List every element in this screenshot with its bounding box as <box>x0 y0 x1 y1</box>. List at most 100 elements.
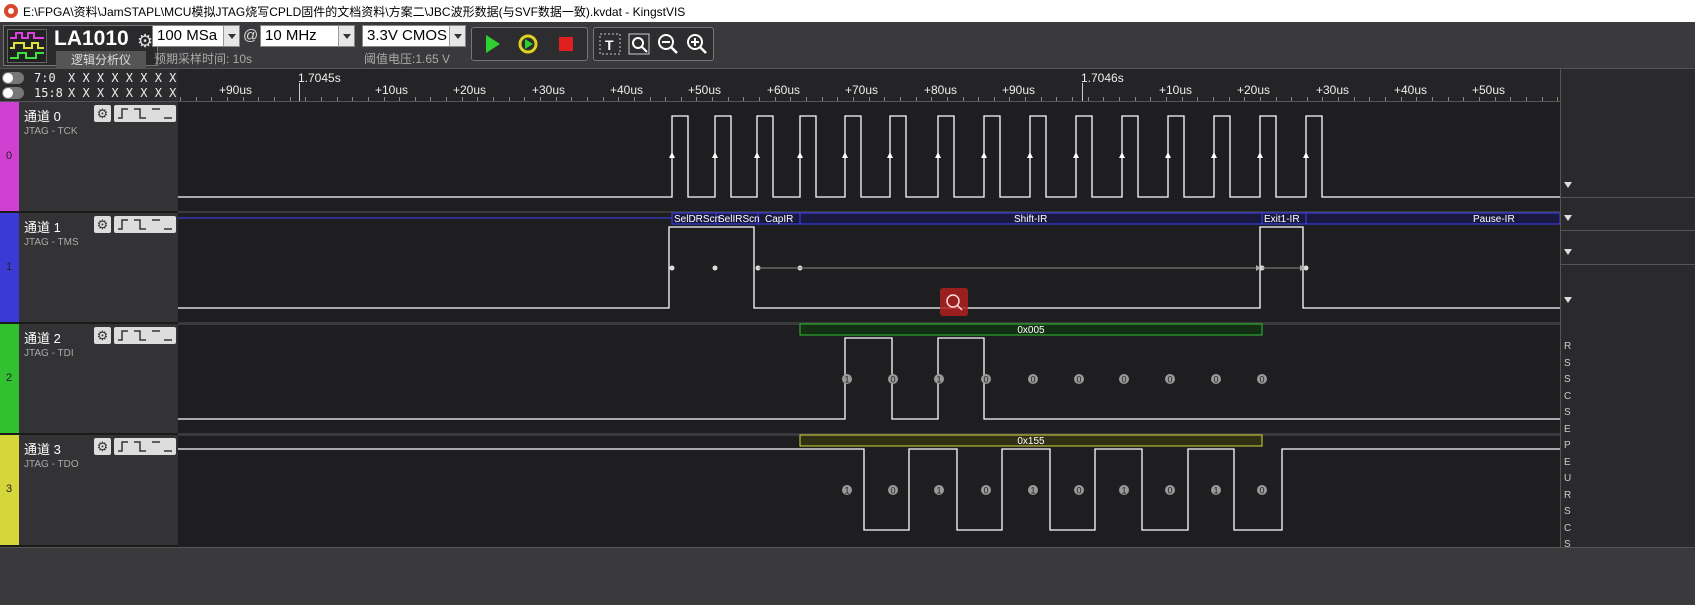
ruler-minor-tick <box>555 97 557 101</box>
decode-result-item[interactable]: C <box>1564 391 1571 402</box>
panel-expander-icon[interactable] <box>1564 249 1572 255</box>
ruler-tick-label: +70us <box>845 83 879 97</box>
decode-result-item[interactable]: S <box>1564 407 1571 418</box>
ruler-minor-tick <box>539 97 541 101</box>
chevron-down-icon <box>449 26 465 46</box>
ruler-minor-tick <box>1275 97 1277 101</box>
channel-settings-gear-icon[interactable]: ⚙ <box>94 216 111 233</box>
ruler-minor-tick <box>1212 97 1214 101</box>
group-label: 15:8 <box>34 85 63 100</box>
bit-value: 0 <box>1259 486 1264 496</box>
ruler-minor-tick <box>696 97 698 101</box>
ruler-minor-tick <box>633 97 635 101</box>
sample-rate-select[interactable]: 10 MHz <box>260 25 355 47</box>
decode-result-item[interactable]: S <box>1564 358 1571 369</box>
ruler-minor-tick <box>884 97 886 101</box>
ruler-tick-label: +20us <box>453 83 487 97</box>
ruler-minor-tick <box>821 97 823 101</box>
device-name: LA1010 <box>54 27 129 50</box>
trigger-mode-buttons[interactable] <box>114 105 176 122</box>
bit-value: 1 <box>1030 486 1035 496</box>
ruler-tick-label: +30us <box>532 83 566 97</box>
repeat-capture-button[interactable] <box>514 30 542 58</box>
trigger-mode-buttons[interactable] <box>114 438 176 455</box>
channel-name[interactable]: 通道 2 <box>24 328 61 347</box>
trigger-mode-buttons[interactable] <box>114 216 176 233</box>
channel-group-low[interactable]: 7:0 X X X X X X X X <box>2 70 176 85</box>
ruler-minor-tick <box>618 97 620 101</box>
sample-depth-select[interactable]: 100 MSa <box>152 25 240 47</box>
channel-settings-gear-icon[interactable]: ⚙ <box>94 105 111 122</box>
waveform-view[interactable]: SelDRScn SelIRScn CapIR Shift-IR Exit1-I… <box>178 102 1561 547</box>
panel-expander-icon[interactable] <box>1564 297 1572 303</box>
channel-index: 3 <box>6 483 13 495</box>
waveform-canvas[interactable]: SelDRScn SelIRScn CapIR Shift-IR Exit1-I… <box>178 102 1561 547</box>
chevron-down-icon <box>223 26 239 46</box>
status-bar <box>0 547 1695 605</box>
channel-group-high[interactable]: 15:8 X X X X X X X X <box>2 85 176 100</box>
bit-value: 0 <box>1121 375 1126 385</box>
channel-settings-gear-icon[interactable]: ⚙ <box>94 438 111 455</box>
tms-state-pause-ir[interactable] <box>1305 212 1561 225</box>
group-toggle[interactable] <box>2 86 24 99</box>
channel-name[interactable]: 通道 0 <box>24 106 61 125</box>
channel-settings-gear-icon[interactable]: ⚙ <box>94 327 111 344</box>
zoom-fit-icon[interactable] <box>625 30 653 58</box>
panel-separator <box>1561 197 1695 198</box>
window-title: E:\FPGA\资料\JamSTAPL\MCU模拟JTAG烧写CPLD固件的文档… <box>23 4 686 19</box>
ruler-minor-tick <box>806 97 807 101</box>
bit-value: 0 <box>1076 486 1081 496</box>
channel-0-color-strip: 0 <box>0 102 19 211</box>
tms-label-selirscn: SelIRScn <box>718 214 760 225</box>
bit-value: 1 <box>936 486 941 496</box>
stop-button[interactable] <box>552 30 580 58</box>
channel-1-header[interactable]: 1 通道 1 JTAG - TMS ⚙ <box>0 213 178 324</box>
device-panel[interactable]: LA1010 ⚙ 逻辑分析仪 <box>3 25 158 68</box>
bit-value: 0 <box>1076 375 1081 385</box>
ruler-minor-tick <box>1119 97 1120 101</box>
zoom-out-icon[interactable] <box>654 30 682 58</box>
channel-2-header[interactable]: 2 通道 2 JTAG - TDI ⚙ <box>0 324 178 435</box>
zoom-in-icon[interactable] <box>683 30 711 58</box>
ruler-tick-label: +90us <box>219 83 253 97</box>
panel-expander-icon[interactable] <box>1564 215 1572 221</box>
search-marker-icon[interactable] <box>940 288 968 316</box>
logic-analyzer-icon <box>7 29 47 63</box>
group-toggle[interactable] <box>2 71 24 84</box>
channel-name[interactable]: 通道 3 <box>24 439 61 458</box>
decode-result-item[interactable]: P <box>1564 440 1571 451</box>
ruler-minor-tick <box>743 97 745 101</box>
decode-result-item[interactable]: S <box>1564 374 1571 385</box>
bit-value: 1 <box>1121 486 1126 496</box>
start-button[interactable] <box>478 30 506 58</box>
decode-result-item[interactable]: E <box>1564 424 1571 435</box>
bit-value: 0 <box>1030 375 1035 385</box>
tdi-waveform <box>178 337 1560 420</box>
tms-label-pause-ir: Pause-IR <box>1473 214 1515 225</box>
trigger-mode-buttons[interactable] <box>114 327 176 344</box>
voltage-select[interactable]: 3.3V CMOS <box>362 25 466 47</box>
decode-result-item[interactable]: C <box>1564 523 1571 534</box>
channel-name[interactable]: 通道 1 <box>24 217 61 236</box>
text-tool-icon[interactable]: T <box>596 30 624 58</box>
decode-result-item[interactable]: R <box>1564 490 1571 501</box>
ruler-minor-tick <box>1087 97 1089 101</box>
decode-result-item[interactable]: E <box>1564 457 1571 468</box>
ruler-minor-tick <box>1541 97 1543 101</box>
decode-result-item[interactable]: S <box>1564 506 1571 517</box>
panel-separator <box>1561 230 1695 231</box>
ruler-major-label: 1.7046s <box>1081 71 1124 85</box>
channel-3-header[interactable]: 3 通道 3 JTAG - TDO ⚙ <box>0 435 178 547</box>
panel-expander-icon[interactable] <box>1564 182 1572 188</box>
decode-result-item[interactable]: U <box>1564 473 1571 484</box>
ruler-minor-tick <box>1228 97 1230 101</box>
bit-value: 0 <box>890 486 895 496</box>
channel-0-header[interactable]: 0 通道 0 JTAG - TCK ⚙ <box>0 102 178 213</box>
sample-depth-value: 100 MSa <box>157 27 218 44</box>
tdo-waveform <box>178 448 1560 531</box>
decode-result-item[interactable]: R <box>1564 341 1571 352</box>
ruler-tick-label: +50us <box>688 83 722 97</box>
bit-value: 0 <box>983 375 988 385</box>
tms-label-seldrscn: SelDRScn <box>674 214 720 225</box>
time-ruler[interactable]: +90us +10us +20us +30us +40us +50us +60us +70us… <box>178 69 1560 102</box>
